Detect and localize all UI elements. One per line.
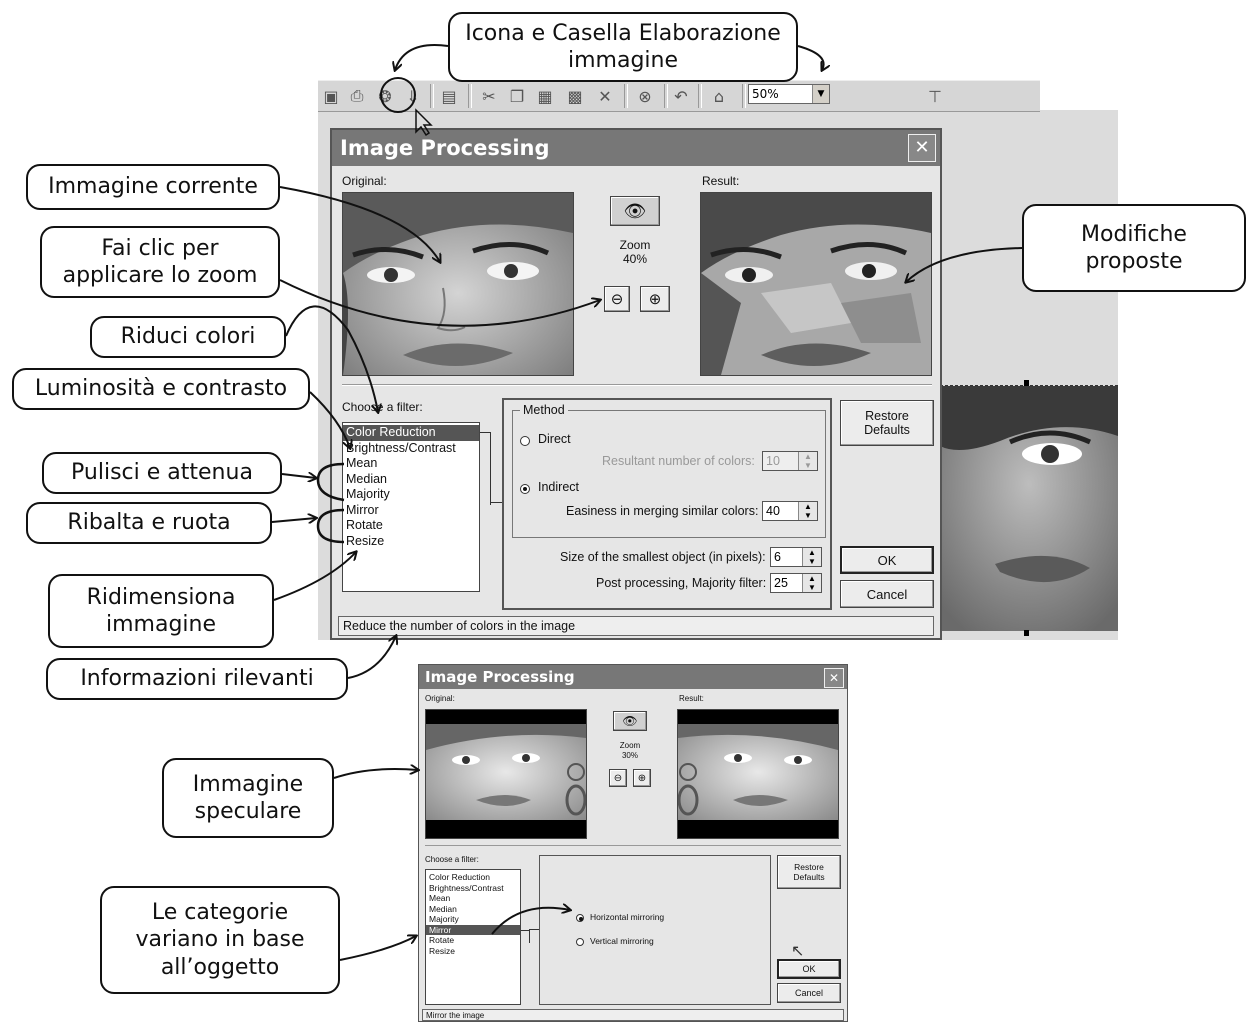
arrow-to-result (906, 247, 1023, 282)
arrow-to-status (347, 636, 396, 679)
arrow-to-options (491, 908, 570, 935)
arrow-to-zoombox (797, 45, 824, 70)
annotation-arrows (271, 44, 1023, 961)
arrow-to-mirror-image (333, 769, 418, 779)
arrow-to-color-reduction (285, 305, 378, 412)
arrow-to-resize (273, 552, 356, 601)
arrow-to-icon (395, 44, 449, 70)
arrow-to-zoom-button (279, 279, 600, 327)
arrow-to-brightness (309, 391, 350, 448)
arrow-to-original (279, 186, 440, 262)
highlight-circle (380, 77, 416, 113)
